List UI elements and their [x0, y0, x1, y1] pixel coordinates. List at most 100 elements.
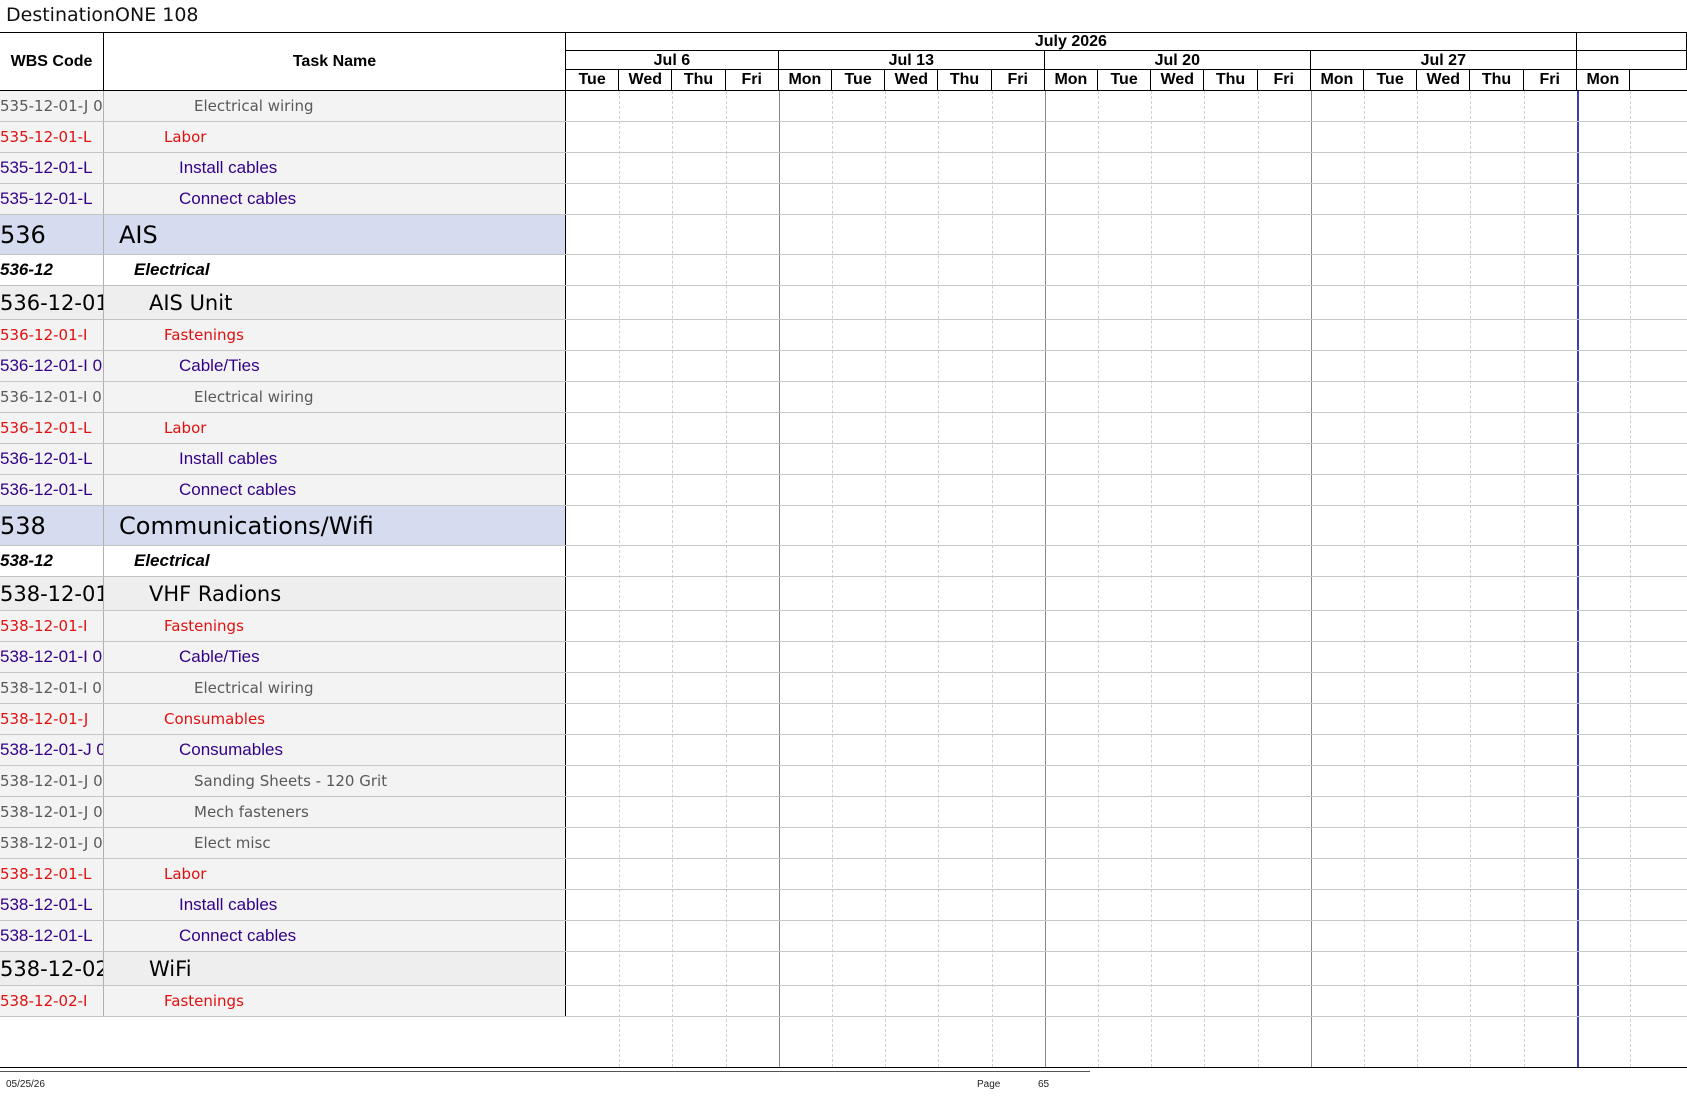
- day-label: Tue: [566, 70, 620, 90]
- day-label: Wed: [885, 70, 939, 90]
- grid-row-line: [566, 985, 1687, 986]
- grid-row-line: [566, 505, 1687, 506]
- grid-row-line: [566, 765, 1687, 766]
- wbs-code-cell: 536-12: [0, 255, 104, 285]
- day-label: Thu: [1204, 70, 1258, 90]
- wbs-code-cell: 538-12-01-L: [0, 859, 104, 889]
- grid-row-line: [566, 858, 1687, 859]
- table-row[interactable]: 536-12-01-I 0 Cable/Ties: [0, 351, 566, 382]
- task-name-cell: Mech fasteners: [104, 797, 566, 827]
- task-name-cell: Sanding Sheets - 120 Grit: [104, 766, 566, 796]
- grid-row-line: [566, 610, 1687, 611]
- task-name-cell: Install cables: [104, 890, 566, 920]
- task-name-cell: Electrical: [104, 255, 566, 285]
- page-footer: 05/25/26 Page 65: [0, 1071, 1090, 1094]
- grid-row-line: [566, 545, 1687, 546]
- wbs-code-cell: 538-12-01-J 01: [0, 828, 104, 858]
- day-label: Fri: [1524, 70, 1577, 90]
- table-row[interactable]: 538-12-01-I Fastenings: [0, 611, 566, 642]
- grid-row-line: [566, 827, 1687, 828]
- table-row[interactable]: 538-12-02 WiFi: [0, 952, 566, 986]
- table-row[interactable]: 535-12-01-J 01 Electrical wiring: [0, 91, 566, 122]
- table-row[interactable]: 538-12-01-I 0 Cable/Ties: [0, 642, 566, 673]
- wbs-code-cell: 535-12-01-L: [0, 184, 104, 214]
- wbs-code-cell: 538-12-01-J 0: [0, 735, 104, 765]
- table-row[interactable]: 538 Communications/Wifi: [0, 506, 566, 546]
- day-label: Wed: [1417, 70, 1471, 90]
- grid-row-line: [566, 474, 1687, 475]
- day-label: Thu: [1470, 70, 1524, 90]
- month-label-continuation: [1576, 33, 1687, 51]
- wbs-code-cell: 538-12-01-I 0: [0, 642, 104, 672]
- table-row[interactable]: 536 AIS: [0, 215, 566, 255]
- table-row[interactable]: 535-12-01-L Labor: [0, 122, 566, 153]
- task-name-cell: Consumables: [104, 735, 566, 765]
- month-label: July 2026: [566, 33, 1577, 51]
- day-label: Tue: [832, 70, 886, 90]
- table-row[interactable]: 538-12-01-J Consumables: [0, 704, 566, 735]
- table-row[interactable]: 538-12-02-I Fastenings: [0, 986, 566, 1017]
- week-label-continuation: [1576, 51, 1687, 70]
- grid-row-line: [566, 672, 1687, 673]
- wbs-code-cell: 538-12-01-L: [0, 921, 104, 951]
- gantt-frame: WBS Code Task Name 535-12-01-J 01 Electri…: [0, 32, 1687, 1068]
- wbs-code-cell: 538-12-02: [0, 952, 104, 985]
- week-label: Jul 20: [1044, 51, 1311, 70]
- table-row[interactable]: 538-12-01-L Connect cables: [0, 921, 566, 952]
- grid-row-line: [566, 319, 1687, 320]
- grid-row-line: [566, 254, 1687, 255]
- task-name-cell: Labor: [104, 122, 566, 152]
- task-name-cell: WiFi: [104, 952, 566, 985]
- task-name-cell: Consumables: [104, 704, 566, 734]
- grid-row-line: [566, 734, 1687, 735]
- task-name-cell: Install cables: [104, 153, 566, 183]
- table-row[interactable]: 538-12-01-J 0 Consumables: [0, 735, 566, 766]
- wbs-code-cell: 538-12-02-I: [0, 986, 104, 1016]
- task-name-cell: Labor: [104, 859, 566, 889]
- table-row[interactable]: 538-12-01 VHF Radions: [0, 577, 566, 611]
- grid-row-line: [566, 889, 1687, 890]
- table-row[interactable]: 538-12-01-L Install cables: [0, 890, 566, 921]
- task-name-header[interactable]: Task Name: [104, 33, 565, 90]
- grid-row-line: [566, 951, 1687, 952]
- table-row[interactable]: 536-12 Electrical: [0, 255, 566, 286]
- table-row[interactable]: 535-12-01-L Install cables: [0, 153, 566, 184]
- table-row[interactable]: 538-12-01-I 01 Electrical wiring: [0, 673, 566, 704]
- table-header: WBS Code Task Name: [0, 33, 566, 91]
- day-label: Mon: [1311, 70, 1364, 90]
- wbs-code-cell: 536-12-01-I: [0, 320, 104, 350]
- grid-row-line: [566, 121, 1687, 122]
- table-row[interactable]: 536-12-01 AIS Unit: [0, 286, 566, 320]
- wbs-code-cell: 535-12-01-J 01: [0, 91, 104, 121]
- table-row[interactable]: 538-12-01-L Labor: [0, 859, 566, 890]
- wbs-code-cell: 538-12-01-J 01: [0, 797, 104, 827]
- table-row[interactable]: 536-12-01-I 01 Electrical wiring: [0, 382, 566, 413]
- task-name-cell: AIS Unit: [104, 286, 566, 319]
- wbs-code-cell: 538-12-01-I: [0, 611, 104, 641]
- day-label: Tue: [1364, 70, 1418, 90]
- table-row[interactable]: 536-12-01-L Labor: [0, 413, 566, 444]
- wbs-code-cell: 536-12-01: [0, 286, 104, 319]
- task-name-cell: Connect cables: [104, 184, 566, 214]
- wbs-code-cell: 536-12-01-I 0: [0, 351, 104, 381]
- table-row[interactable]: 536-12-01-I Fastenings: [0, 320, 566, 351]
- table-row[interactable]: 536-12-01-L Install cables: [0, 444, 566, 475]
- table-row[interactable]: 538-12-01-J 01 Mech fasteners: [0, 797, 566, 828]
- grid-row-line: [566, 152, 1687, 153]
- table-row[interactable]: 538-12-01-J 01 Elect misc: [0, 828, 566, 859]
- table-row[interactable]: 536-12-01-L Connect cables: [0, 475, 566, 506]
- grid-row-line: [566, 920, 1687, 921]
- grid-row-line: [566, 381, 1687, 382]
- wbs-code-header[interactable]: WBS Code: [0, 33, 104, 90]
- task-name-cell: Cable/Ties: [104, 351, 566, 381]
- week-label: Jul 27: [1310, 51, 1577, 70]
- table-row[interactable]: 535-12-01-L Connect cables: [0, 184, 566, 215]
- wbs-code-cell: 538-12: [0, 546, 104, 576]
- grid-row-line: [566, 443, 1687, 444]
- table-row[interactable]: 538-12-01-J 01 Sanding Sheets - 120 Grit: [0, 766, 566, 797]
- week-label: Jul 6: [566, 51, 779, 70]
- grid-row-line: [566, 576, 1687, 577]
- table-row[interactable]: 538-12 Electrical: [0, 546, 566, 577]
- document-title: DestinationONE 108: [6, 4, 199, 26]
- day-label: Fri: [992, 70, 1045, 90]
